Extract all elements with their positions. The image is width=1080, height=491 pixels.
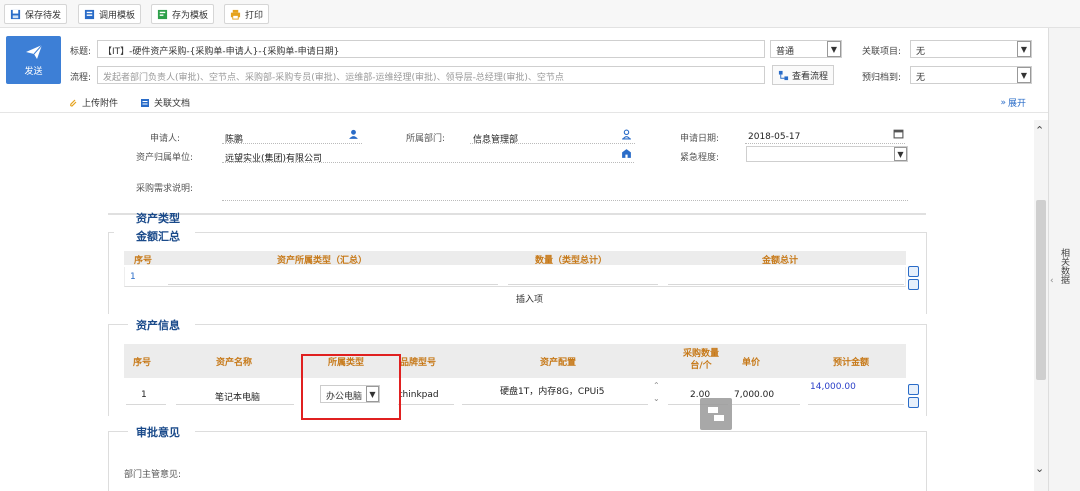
approval-title: 审批意见 — [136, 426, 180, 439]
dept-label: 所属部门: — [406, 134, 446, 144]
form-header: 发送 标题: 【IT】-硬件资产采购-{采购单-申请人}-{采购单-申请日期} … — [0, 28, 1048, 110]
col-header: 预计金额 — [833, 358, 870, 368]
related-project-label: 关联项目: — [862, 47, 902, 57]
delete-row-icon[interactable] — [908, 397, 919, 408]
row-index: 1 — [130, 272, 136, 282]
related-data-label[interactable]: 相关数据 — [1058, 248, 1070, 284]
user-icon[interactable] — [348, 129, 359, 140]
save-as-template-button[interactable]: 存为模板 — [151, 4, 215, 24]
col-header: 资产名称 — [216, 358, 253, 368]
paper-plane-icon — [25, 44, 42, 59]
urgency-label: 紧急程度: — [680, 153, 720, 163]
expand-link[interactable]: » 展开 — [1000, 96, 1026, 110]
applicant-label: 申请人: — [150, 134, 181, 144]
col-header: 数量（类型总计） — [535, 256, 608, 266]
collapse-arrow-icon[interactable]: ‹ — [1050, 276, 1054, 286]
org-icon[interactable] — [621, 129, 632, 140]
document-icon — [141, 98, 149, 107]
paperclip-icon — [70, 99, 77, 107]
date-label: 申请日期: — [680, 134, 720, 144]
toolbar: 保存待发 调用模板 存为模板 打印 — [0, 0, 1080, 28]
dept-head-label: 部门主管意见: — [124, 470, 182, 480]
add-row-icon[interactable] — [908, 266, 919, 277]
use-template-button[interactable]: 调用模板 — [78, 4, 142, 24]
assets-title: 资产信息 — [136, 319, 180, 332]
swap-icon — [708, 407, 724, 421]
save-template-icon — [157, 9, 168, 19]
chevron-down-icon[interactable]: ▼ — [1017, 41, 1031, 57]
view-flow-button[interactable]: 查看流程 — [772, 65, 835, 85]
asset-amount: 14,000.00 — [810, 382, 856, 392]
title-label: 标题: — [70, 47, 92, 57]
save-icon — [10, 9, 21, 19]
archive-label: 预归档到: — [862, 73, 902, 83]
related-project-select[interactable]: 无 — [910, 40, 1032, 58]
highlight-box — [301, 354, 401, 420]
asset-index: 1 — [141, 390, 147, 400]
template-icon — [84, 9, 95, 19]
col-header: 资产配置 — [540, 358, 577, 368]
double-chevron-down-icon: » — [1000, 97, 1006, 108]
col-header: 采购数量台/个 — [682, 349, 719, 371]
flow-label: 流程: — [70, 73, 92, 83]
add-row-icon[interactable] — [908, 384, 919, 395]
asset-unit-price[interactable]: 7,000.00 — [734, 390, 774, 400]
summary-title-line1: 资产类型 — [136, 212, 180, 225]
chevron-up-icon[interactable]: ⌃ — [1035, 124, 1044, 137]
col-header: 资产所属类型（汇总） — [277, 256, 368, 266]
building-icon[interactable] — [621, 148, 632, 159]
col-header: 序号 — [134, 256, 153, 266]
archive-select[interactable]: 无 — [910, 66, 1032, 84]
save-draft-button[interactable]: 保存待发 — [4, 4, 68, 24]
chevron-down-icon[interactable]: ▼ — [894, 147, 907, 161]
upload-attachment-link[interactable]: 上传附件 — [68, 96, 118, 109]
scrollbar-thumb[interactable] — [1036, 200, 1046, 380]
chevron-down-icon[interactable]: ▼ — [827, 41, 841, 57]
flow-icon — [778, 70, 789, 80]
related-doc-link[interactable]: 关联文档 — [140, 96, 190, 109]
col-header: 单价 — [742, 358, 761, 368]
asset-brand[interactable]: thinkpad — [399, 390, 439, 400]
insert-item-link[interactable]: 插入项 — [516, 292, 543, 305]
asset-name[interactable]: 笔记本电脑 — [215, 390, 260, 403]
calendar-icon[interactable] — [893, 128, 904, 139]
scroll-up-icon[interactable]: ⌃ — [653, 381, 660, 390]
owner-label: 资产归属单位: — [136, 153, 194, 163]
delete-row-icon[interactable] — [908, 279, 919, 290]
flow-input[interactable]: 发起者部门负责人(审批)、空节点、采购部-采购专员(审批)、运维部-运维经理(审… — [97, 66, 765, 84]
asset-config[interactable]: 硬盘1T，内存8G，CPUi5 — [500, 384, 604, 397]
col-header: 品牌型号 — [400, 358, 437, 368]
scroll-down-icon[interactable]: ⌄ — [653, 394, 660, 403]
col-header: 序号 — [133, 358, 152, 368]
send-button[interactable]: 发送 — [6, 36, 61, 84]
urgency-select[interactable] — [746, 146, 908, 162]
title-input[interactable]: 【IT】-硬件资产采购-{采购单-申请人}-{采购单-申请日期} — [97, 40, 765, 58]
chevron-down-icon[interactable]: ▼ — [1017, 67, 1031, 83]
col-header: 金额总计 — [762, 256, 799, 266]
date-value: 2018-05-17 — [748, 132, 801, 142]
chevron-down-icon[interactable]: ⌄ — [1035, 462, 1044, 475]
print-icon — [230, 9, 241, 20]
desc-label: 采购需求说明: — [136, 184, 194, 194]
float-action-icon[interactable] — [700, 398, 732, 430]
print-button[interactable]: 打印 — [224, 4, 270, 24]
summary-title-line2: 金额汇总 — [136, 230, 180, 243]
